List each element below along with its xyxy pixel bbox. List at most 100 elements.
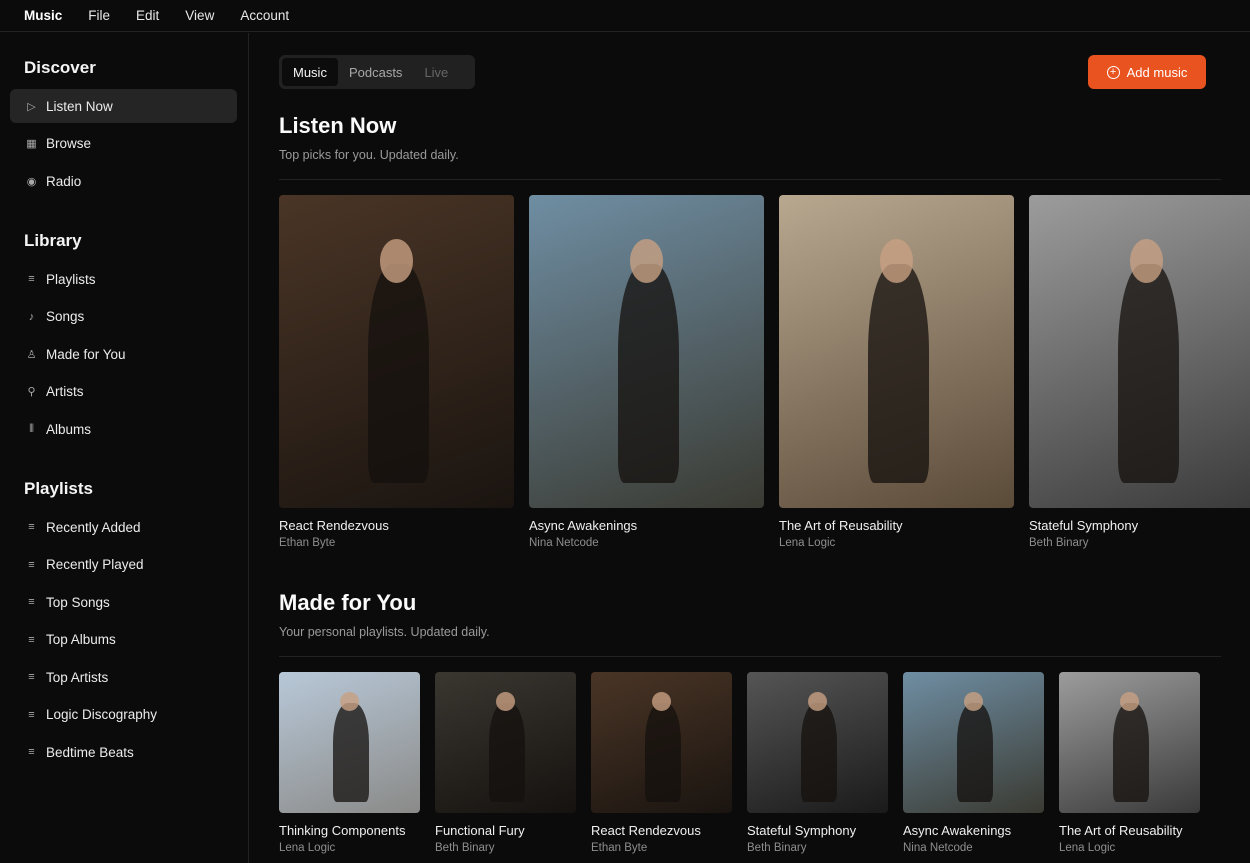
sidebar-item-label: Browse [46, 136, 92, 151]
plus-circle-icon: + [1106, 65, 1120, 79]
album-card[interactable]: Stateful Symphony Beth Binary [1029, 195, 1250, 549]
sidebar-item-listen-now[interactable]: ▷ Listen Now [10, 89, 237, 123]
album-title: React Rendezvous [591, 823, 701, 838]
made-for-you-subtitle: Your personal playlists. Updated daily. [279, 625, 490, 639]
album-card[interactable]: Thinking Components Lena Logic [279, 672, 420, 854]
album-cover-image[interactable] [529, 195, 764, 508]
album-cover-image[interactable] [747, 672, 888, 813]
sidebar: Discover ▷ Listen Now ▦ Browse ◉ Radio Library ≡… [0, 33, 249, 863]
music-note-icon: ♪ [28, 310, 35, 323]
album-card[interactable]: Stateful Symphony Beth Binary [747, 672, 888, 854]
album-cover-image[interactable] [279, 672, 420, 813]
sidebar-item-label: Logic Discography [46, 707, 158, 722]
sidebar-item-label: Top Albums [46, 632, 116, 647]
tab-music[interactable]: Music [282, 58, 338, 86]
album-artist: Beth Binary [1029, 537, 1089, 549]
album-title: React Rendezvous [279, 518, 389, 533]
sidebar-item-made-for-you[interactable]: ♙ Made for You [10, 337, 237, 371]
album-title: Stateful Symphony [1029, 518, 1139, 533]
divider [279, 179, 1221, 180]
sidebar-item-recently-added[interactable]: ≡ Recently Added [10, 510, 237, 544]
album-card[interactable]: The Art of Reusability Lena Logic [1059, 672, 1200, 854]
sidebar-item-logic-discography[interactable]: ≡ Logic Discography [10, 698, 237, 732]
sidebar-item-label: Recently Added [46, 519, 141, 535]
album-cover-image[interactable] [435, 672, 576, 813]
sidebar-item-label: Top Artists [46, 669, 109, 685]
playlist-icon: ≡ [28, 671, 35, 683]
tab-live: Live [424, 64, 449, 80]
sidebar-heading-discover: Discover [24, 58, 96, 77]
album-cover-image[interactable] [591, 672, 732, 813]
album-artist: Beth Binary [747, 842, 807, 854]
playlist-icon: ≡ [28, 746, 35, 758]
sidebar-item-top-songs[interactable]: ≡ Top Songs [10, 585, 237, 619]
sidebar-heading-playlists: Playlists [24, 479, 93, 498]
album-cover-image[interactable] [1029, 195, 1250, 508]
menu-view[interactable]: View [185, 8, 214, 23]
album-artist: Lena Logic [779, 537, 836, 549]
library-icon: ⫴ [29, 422, 34, 435]
sidebar-item-playlists[interactable]: ≡ Playlists [10, 262, 237, 296]
album-artist: Lena Logic [1059, 842, 1116, 854]
album-cover-image[interactable] [779, 195, 1014, 508]
album-card[interactable]: Async Awakenings Nina Netcode [529, 195, 764, 549]
play-circle-icon: ▷ [27, 100, 36, 113]
tab-podcasts[interactable]: Podcasts [338, 58, 413, 86]
album-artist: Ethan Byte [279, 537, 336, 549]
album-card[interactable]: React Rendezvous Ethan Byte [591, 672, 732, 854]
menu-edit[interactable]: Edit [136, 8, 159, 23]
album-cover-image[interactable] [1059, 672, 1200, 813]
playlist-icon: ≡ [28, 633, 35, 646]
sidebar-item-label: Recently Played [46, 557, 144, 572]
sidebar-item-recently-played[interactable]: ≡ Recently Played [10, 548, 237, 582]
album-title: Async Awakenings [529, 518, 638, 533]
playlist-icon: ≡ [28, 521, 35, 533]
album-cover-image[interactable] [903, 672, 1044, 813]
sidebar-item-albums[interactable]: ⫴ Albums [10, 412, 237, 446]
sidebar-item-label: Made for You [46, 346, 126, 362]
album-artist: Ethan Byte [591, 842, 648, 854]
microphone-icon: ⚲ [27, 386, 36, 398]
menu-file[interactable]: File [88, 8, 110, 23]
add-music-button[interactable]: + Add music [1088, 55, 1206, 89]
album-card[interactable]: React Rendezvous Ethan Byte [279, 195, 514, 549]
sidebar-item-top-albums[interactable]: ≡ Top Albums [10, 623, 237, 657]
album-cover-image[interactable] [279, 195, 514, 508]
playlist-icon: ≡ [28, 273, 35, 285]
sidebar-item-label: Songs [46, 309, 85, 324]
album-card[interactable]: Functional Fury Beth Binary [435, 672, 576, 854]
sidebar-item-top-artists[interactable]: ≡ Top Artists [10, 660, 237, 694]
grid-icon: ▦ [26, 138, 37, 150]
sidebar-item-radio[interactable]: ◉ Radio [10, 164, 237, 198]
album-card[interactable]: The Art of Reusability Lena Logic [779, 195, 1014, 549]
album-title: Stateful Symphony [747, 823, 857, 838]
sidebar-item-bedtime-beats[interactable]: ≡ Bedtime Beats [10, 735, 237, 769]
sidebar-item-browse[interactable]: ▦ Browse [10, 127, 237, 161]
sidebar-item-label: Playlists [46, 271, 96, 287]
sidebar-item-label: Artists [46, 384, 84, 399]
tab-list: Music Podcasts Live [279, 55, 475, 89]
album-card[interactable]: Async Awakenings Nina Netcode [903, 672, 1044, 854]
album-title: The Art of Reusability [1059, 823, 1183, 838]
playlist-icon: ≡ [28, 558, 35, 571]
sidebar-item-label: Radio [46, 173, 82, 189]
album-title: The Art of Reusability [779, 518, 903, 533]
add-music-label: Add music [1126, 64, 1188, 80]
sidebar-item-label: Albums [46, 421, 92, 437]
menu-music[interactable]: Music [24, 8, 62, 23]
sidebar-item-artists[interactable]: ⚲ Artists [10, 375, 237, 409]
sidebar-item-songs[interactable]: ♪ Songs [10, 300, 237, 334]
sidebar-heading-library: Library [24, 231, 82, 250]
made-for-you-title: Made for You [279, 590, 417, 615]
playlist-icon: ≡ [28, 708, 35, 721]
sidebar-item-label: Bedtime Beats [46, 744, 134, 760]
listen-now-subtitle: Top picks for you. Updated daily. [279, 148, 459, 162]
album-title: Async Awakenings [903, 823, 1012, 838]
menu-account[interactable]: Account [240, 8, 289, 23]
divider [279, 656, 1221, 657]
listen-now-title: Listen Now [279, 113, 397, 138]
menu-bar: Music File Edit View Account [0, 0, 1250, 32]
album-title: Functional Fury [435, 823, 525, 838]
main-content: Music Podcasts Live + Add music Listen N… [249, 33, 1250, 863]
album-artist: Beth Binary [435, 842, 495, 854]
